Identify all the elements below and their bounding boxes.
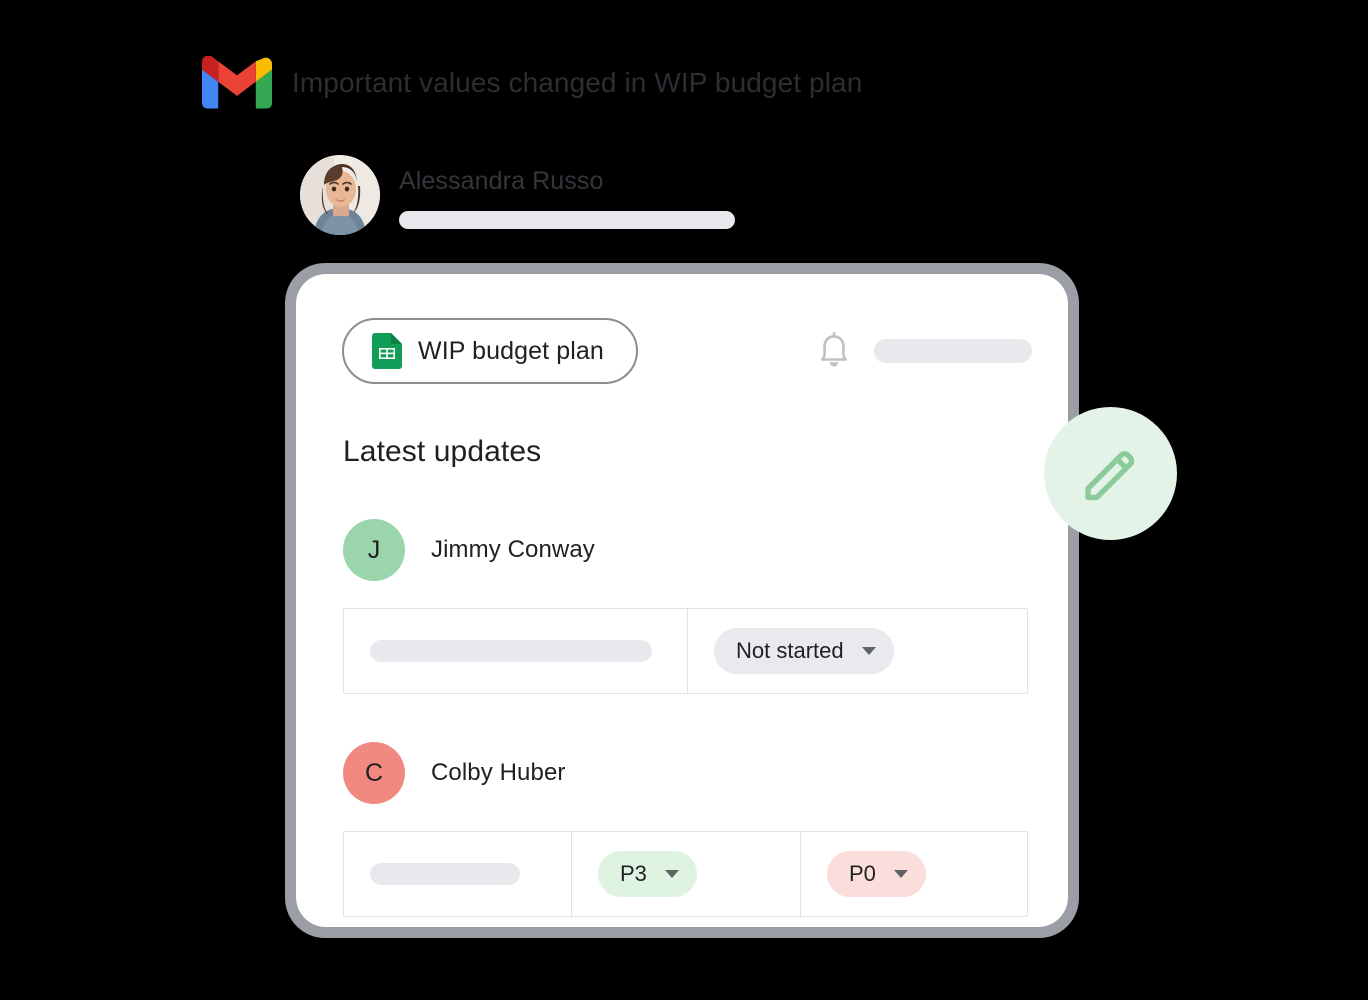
chevron-down-icon xyxy=(893,870,908,878)
screenshot-stage: Important values changed in WIP budget p… xyxy=(0,0,1368,1000)
status-badge[interactable]: Not started xyxy=(714,628,894,674)
pencil-icon xyxy=(1080,443,1142,505)
cell-placeholder-bar xyxy=(370,863,520,885)
sender-meta: Alessandra Russo xyxy=(399,155,735,229)
document-chip-label: WIP budget plan xyxy=(418,336,604,365)
toolbar-placeholder-bar xyxy=(874,339,1032,363)
email-header: Important values changed in WIP budget p… xyxy=(202,55,863,109)
table-row: Not started xyxy=(343,608,1028,694)
table-cell-status[interactable]: Not started xyxy=(688,609,1027,693)
page-title: Latest updates xyxy=(343,435,542,468)
avatar: C xyxy=(343,742,405,804)
list-item: J Jimmy Conway xyxy=(343,519,1036,581)
priority-badge-label: P0 xyxy=(849,861,876,886)
priority-badge-p3[interactable]: P3 xyxy=(598,851,697,897)
update-group: J Jimmy Conway Not started xyxy=(343,519,1036,694)
bell-icon[interactable] xyxy=(817,331,851,370)
avatar xyxy=(300,155,380,235)
sender-block: Alessandra Russo xyxy=(300,155,735,235)
avatar: J xyxy=(343,519,405,581)
person-name: Jimmy Conway xyxy=(431,536,595,563)
update-group: C Colby Huber P3 P0 xyxy=(343,742,1036,917)
table-cell-description[interactable] xyxy=(344,609,688,693)
chevron-down-icon xyxy=(664,870,679,878)
status-badge-label: Not started xyxy=(736,638,844,663)
google-sheets-icon xyxy=(372,333,402,369)
app-card-frame: WIP budget plan Latest updates J Jimmy C… xyxy=(285,263,1079,938)
toolbar-right-group xyxy=(817,331,1036,370)
sender-name: Alessandra Russo xyxy=(399,167,604,195)
email-subject: Important values changed in WIP budget p… xyxy=(292,66,863,98)
document-chip[interactable]: WIP budget plan xyxy=(342,318,638,384)
table-cell-description[interactable] xyxy=(344,832,572,916)
chevron-down-icon xyxy=(861,647,876,655)
table-cell-priority-old[interactable]: P3 xyxy=(572,832,801,916)
email-body-placeholder xyxy=(399,211,735,229)
app-card-surface: WIP budget plan Latest updates J Jimmy C… xyxy=(296,274,1068,927)
person-name: Colby Huber xyxy=(431,759,566,786)
gmail-icon xyxy=(202,55,272,109)
updates-list: J Jimmy Conway Not started C Colby Huber… xyxy=(343,519,1036,917)
list-item: C Colby Huber xyxy=(343,742,1036,804)
card-toolbar: WIP budget plan xyxy=(342,318,1036,384)
table-cell-priority-new[interactable]: P0 xyxy=(801,832,1027,916)
priority-badge-p0[interactable]: P0 xyxy=(827,851,926,897)
table-row: P3 P0 xyxy=(343,831,1028,917)
cell-placeholder-bar xyxy=(370,640,652,662)
priority-badge-label: P3 xyxy=(620,861,647,886)
edit-button[interactable] xyxy=(1044,407,1177,540)
